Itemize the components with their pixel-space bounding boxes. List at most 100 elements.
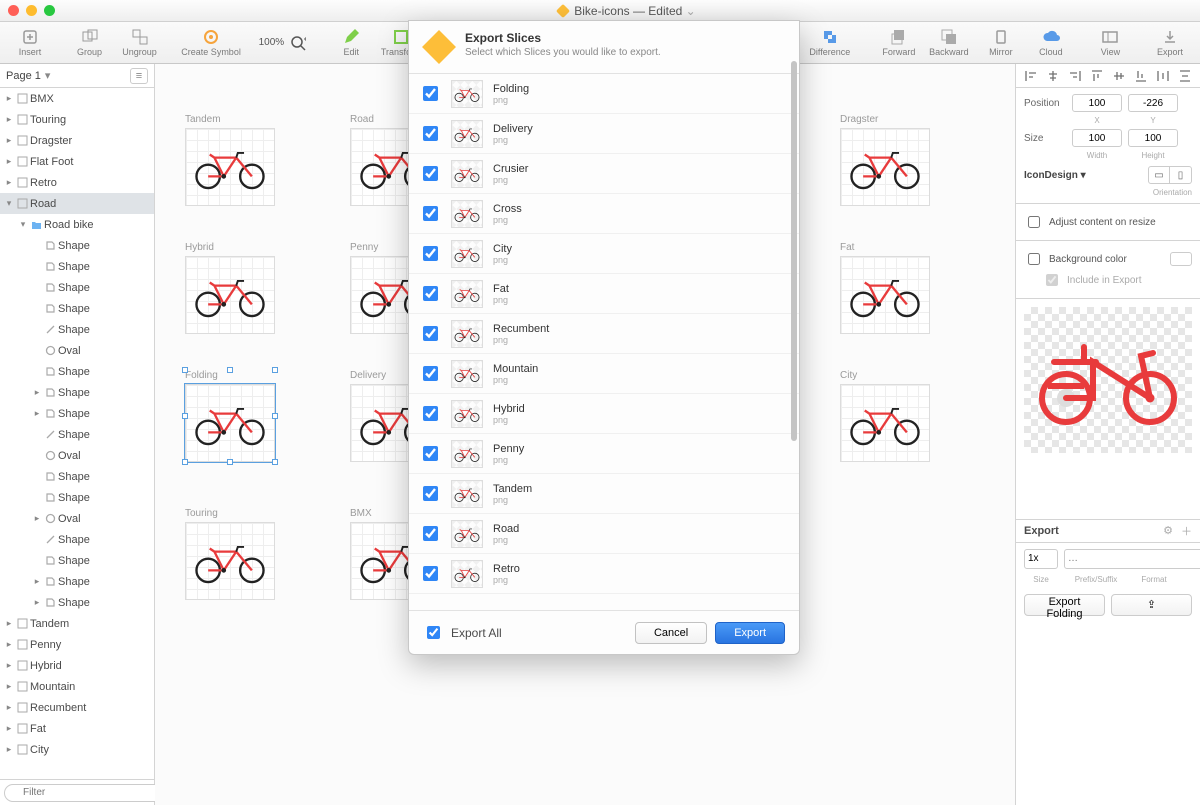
export-slice-row[interactable]: Mountain png [409, 354, 799, 394]
layer-row[interactable]: ▸Retro [0, 172, 154, 193]
slice-checkbox[interactable] [423, 286, 438, 301]
layer-row[interactable]: Shape [0, 319, 154, 340]
layer-row[interactable]: ▸Touring [0, 109, 154, 130]
artboard[interactable]: Fat [840, 242, 930, 334]
artboard[interactable]: Dragster [840, 114, 930, 206]
layer-row[interactable]: ▸BMX [0, 88, 154, 109]
export-prefix-input[interactable] [1064, 549, 1200, 569]
insert-button[interactable]: Insert [6, 23, 54, 63]
align-bottom-icon[interactable] [1134, 69, 1148, 83]
export-slice-row[interactable]: Retro png [409, 554, 799, 594]
slice-checkbox[interactable] [423, 246, 438, 261]
position-y-input[interactable] [1128, 94, 1178, 112]
difference-button[interactable]: Difference [806, 23, 854, 63]
layer-row[interactable]: Shape [0, 550, 154, 571]
layer-row[interactable]: ▸City [0, 739, 154, 760]
artboard[interactable]: Touring [185, 508, 275, 600]
artboard[interactable]: Tandem [185, 114, 275, 206]
close-window[interactable] [8, 5, 19, 16]
layer-row[interactable]: ▸Oval [0, 508, 154, 529]
export-preset-icon[interactable]: ⚙ [1163, 524, 1173, 537]
slice-checkbox[interactable] [423, 446, 438, 461]
add-export-icon[interactable]: ＋ [1181, 523, 1192, 539]
export-slice-row[interactable]: Folding png [409, 74, 799, 114]
layer-row[interactable]: ▸Shape [0, 571, 154, 592]
forward-button[interactable]: Forward [875, 23, 923, 63]
layer-row[interactable]: ▾Road [0, 193, 154, 214]
page-list-icon[interactable]: ≡ [130, 68, 148, 84]
preset-dropdown[interactable]: IconDesign ▾ [1024, 170, 1086, 181]
distribute-h-icon[interactable] [1156, 69, 1170, 83]
layer-row[interactable]: ▸Flat Foot [0, 151, 154, 172]
export-size-input[interactable] [1024, 549, 1058, 569]
layer-row[interactable]: Oval [0, 340, 154, 361]
backward-button[interactable]: Backward [925, 23, 973, 63]
artboard[interactable]: Hybrid [185, 242, 275, 334]
align-top-icon[interactable] [1090, 69, 1104, 83]
minimize-window[interactable] [26, 5, 37, 16]
page-selector[interactable]: Page 1▾ ≡ [0, 64, 154, 88]
layer-row[interactable]: Shape [0, 256, 154, 277]
align-center-h-icon[interactable] [1046, 69, 1060, 83]
export-slice-button[interactable]: Export Folding [1024, 594, 1105, 616]
layer-row[interactable]: ▸Recumbent [0, 697, 154, 718]
export-slice-row[interactable]: Penny png [409, 434, 799, 474]
width-input[interactable] [1072, 129, 1122, 147]
background-color-checkbox[interactable] [1028, 253, 1040, 265]
align-center-v-icon[interactable] [1112, 69, 1126, 83]
layer-row[interactable]: Shape [0, 424, 154, 445]
slice-checkbox[interactable] [423, 86, 438, 101]
layer-row[interactable]: Shape [0, 298, 154, 319]
layer-row[interactable]: ▸Fat [0, 718, 154, 739]
layer-row[interactable]: ▾Road bike [0, 214, 154, 235]
share-button[interactable]: ⇪ [1111, 594, 1192, 616]
group-button[interactable]: Group [66, 23, 114, 63]
bgcolor-swatch[interactable] [1170, 252, 1192, 266]
adjust-content-checkbox[interactable] [1028, 216, 1040, 228]
export-slice-row[interactable]: Tandem png [409, 474, 799, 514]
align-right-icon[interactable] [1068, 69, 1082, 83]
layer-row[interactable]: Shape [0, 466, 154, 487]
export-slice-row[interactable]: Recumbent png [409, 314, 799, 354]
layer-row[interactable]: Shape [0, 235, 154, 256]
layer-row[interactable]: ▸Shape [0, 382, 154, 403]
layer-row[interactable]: Shape [0, 277, 154, 298]
dialog-scrollbar[interactable] [791, 61, 797, 481]
mirror-button[interactable]: Mirror [977, 23, 1025, 63]
layer-row[interactable]: ▸Hybrid [0, 655, 154, 676]
export-slice-row[interactable]: Hybrid png [409, 394, 799, 434]
export-slice-row[interactable]: Road png [409, 514, 799, 554]
position-x-input[interactable] [1072, 94, 1122, 112]
slice-checkbox[interactable] [423, 366, 438, 381]
layer-row[interactable]: ▸Tandem [0, 613, 154, 634]
slice-checkbox[interactable] [423, 326, 438, 341]
layer-row[interactable]: Shape [0, 487, 154, 508]
export-all-checkbox[interactable] [427, 626, 440, 639]
layer-row[interactable]: Oval [0, 445, 154, 466]
orientation-toggle[interactable]: ▭▯ [1148, 166, 1192, 184]
filter-input[interactable] [4, 784, 174, 802]
artboard[interactable]: City [840, 370, 930, 462]
export-slice-row[interactable]: City png [409, 234, 799, 274]
layer-row[interactable]: Shape [0, 361, 154, 382]
layer-row[interactable]: ▸Penny [0, 634, 154, 655]
layer-row[interactable]: ▸Mountain [0, 676, 154, 697]
export-confirm-button[interactable]: Export [715, 622, 785, 644]
slice-checkbox[interactable] [423, 486, 438, 501]
height-input[interactable] [1128, 129, 1178, 147]
slice-checkbox[interactable] [423, 526, 438, 541]
export-button[interactable]: Export [1146, 23, 1194, 63]
view-button[interactable]: View [1086, 23, 1134, 63]
layer-row[interactable]: ▸Shape [0, 592, 154, 613]
edit-button[interactable]: Edit [327, 23, 375, 63]
layer-row[interactable]: ▸Shape [0, 403, 154, 424]
slice-checkbox[interactable] [423, 126, 438, 141]
zoom-control[interactable]: 100% [259, 35, 307, 51]
export-slice-row[interactable]: Delivery png [409, 114, 799, 154]
align-left-icon[interactable] [1024, 69, 1038, 83]
artboard[interactable]: Folding [185, 370, 275, 462]
cloud-button[interactable]: Cloud [1027, 23, 1075, 63]
ungroup-button[interactable]: Ungroup [116, 23, 164, 63]
create-symbol-button[interactable]: Create Symbol [175, 23, 247, 63]
distribute-v-icon[interactable] [1178, 69, 1192, 83]
